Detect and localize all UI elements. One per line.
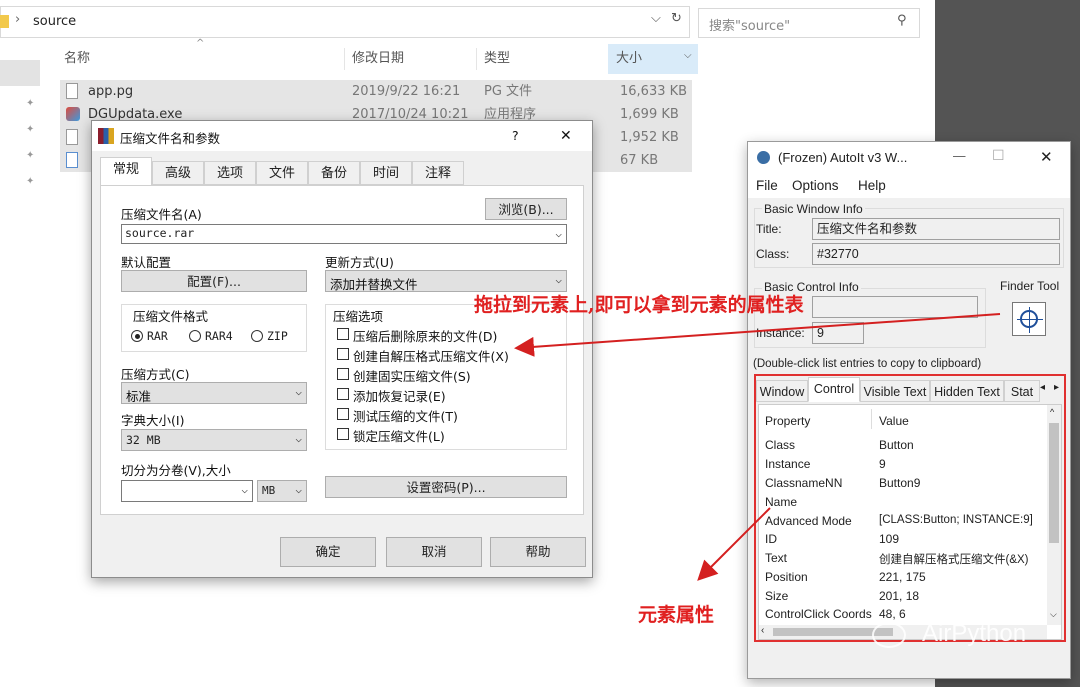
arrow-props-to-label (697, 507, 771, 581)
wechat-icon (872, 622, 906, 648)
watermark-text: AirPython (922, 620, 1027, 647)
drag-hint-annotation: 拖拉到元素上,即可以拿到元素的属性表 (474, 294, 804, 316)
element-props-annotation: 元素属性 (638, 604, 715, 626)
arrow-finder-to-checkbox (514, 313, 1001, 357)
annotation-arrows (514, 313, 1001, 581)
